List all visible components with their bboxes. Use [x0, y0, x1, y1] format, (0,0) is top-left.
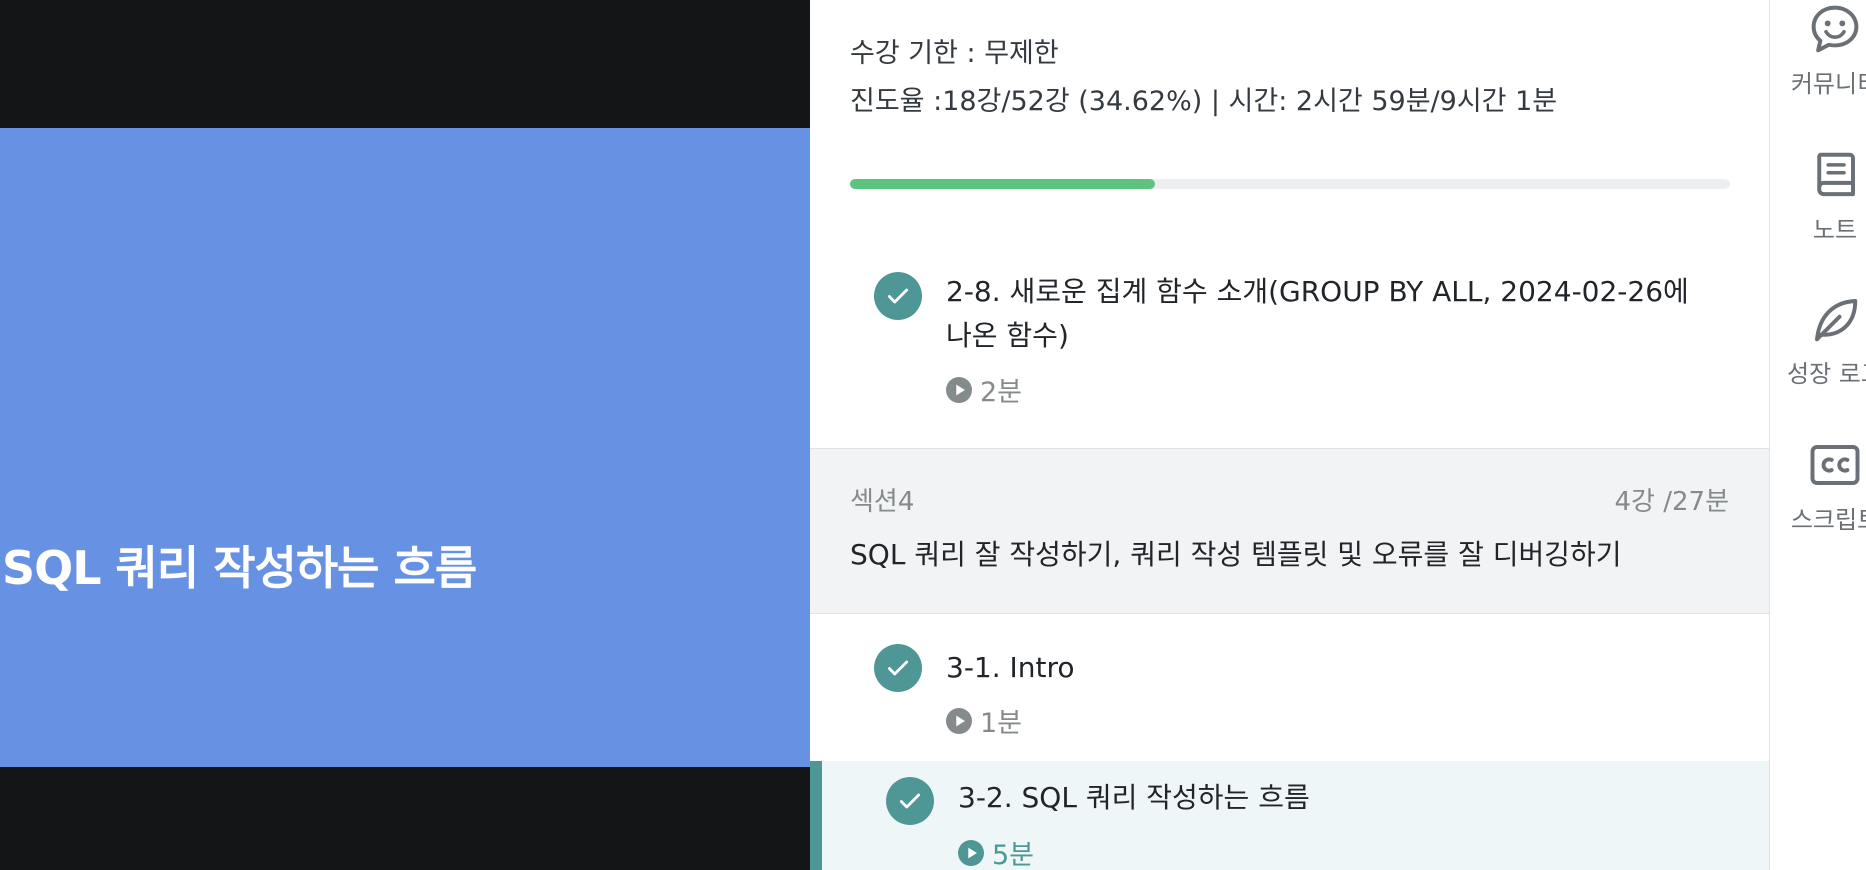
course-period: 수강 기한 : 무제한 — [850, 38, 1059, 69]
course-progress-text: 진도율 :18강/52강 (34.62%) | 시간: 2시간 59분/9시간 … — [850, 86, 1558, 117]
tool-note[interactable]: 노트 — [1770, 148, 1866, 245]
tool-community[interactable]: 커뮤니티 — [1770, 2, 1866, 99]
curriculum-panel: 수강 기한 : 무제한 진도율 :18강/52강 (34.62%) | 시간: … — [810, 0, 1769, 870]
unit-duration: 2분 — [946, 370, 1022, 409]
tool-label: 노트 — [1812, 216, 1858, 244]
video-player[interactable]: SQL 쿼리 작성하는 흐름 — [0, 0, 810, 870]
lecture-slide: SQL 쿼리 작성하는 흐름 — [0, 128, 810, 767]
completed-check-icon — [886, 777, 934, 825]
tool-label: 스크립트 — [1790, 506, 1866, 534]
course-info: 수강 기한 : 무제한 진도율 :18강/52강 (34.62%) | 시간: … — [850, 30, 1557, 126]
play-circle-icon — [946, 707, 972, 734]
tool-script[interactable]: 스크립트 — [1770, 438, 1866, 535]
cc-icon — [1810, 445, 1860, 485]
unit-title-line: 2-8. 새로운 집계 함수 소개(GROUP BY ALL, 2024-02-… — [946, 275, 1689, 308]
unit-title: 3-1. Intro — [946, 651, 1075, 684]
list-item[interactable]: 3-1. Intro 1분 — [810, 613, 1769, 761]
tool-label: 성장 로그 — [1787, 360, 1866, 388]
unit-duration-text: 2분 — [980, 377, 1023, 408]
tool-growth-log[interactable]: 성장 로그 — [1770, 292, 1866, 389]
progress-bar — [850, 179, 1730, 189]
unit-title: 2-8. 새로운 집계 함수 소개(GROUP BY ALL, 2024-02-… — [946, 270, 1706, 358]
unit-duration-text: 1분 — [980, 708, 1023, 739]
smile-chat-icon — [1811, 5, 1859, 53]
section-header[interactable]: 섹션4 4강 /27분 SQL 쿼리 잘 작성하기, 쿼리 작성 템플릿 및 오… — [810, 448, 1769, 614]
list-item[interactable]: 2-8. 새로운 집계 함수 소개(GROUP BY ALL, 2024-02-… — [810, 250, 1769, 448]
unit-duration: 5분 — [958, 833, 1034, 870]
section-label: 섹션4 — [850, 487, 915, 517]
unit-title: 3-2. SQL 쿼리 작성하는 흐름 — [958, 781, 1310, 814]
tool-label: 커뮤니티 — [1790, 70, 1866, 98]
section-meta: 4강 /27분 — [1614, 487, 1730, 517]
slide-title: SQL 쿼리 작성하는 흐름 — [2, 541, 477, 595]
active-indicator — [810, 761, 822, 870]
leaf-icon — [1815, 299, 1858, 342]
progress-bar-fill — [850, 179, 1155, 189]
completed-check-icon — [874, 272, 922, 320]
play-circle-icon — [946, 376, 972, 403]
list-item-active[interactable]: 3-2. SQL 쿼리 작성하는 흐름 5분 — [810, 761, 1769, 870]
tool-sidebar: 커뮤니티 노트 성장 로그 스크립트 — [1769, 0, 1866, 870]
unit-duration: 1분 — [946, 701, 1022, 740]
completed-check-icon — [874, 644, 922, 692]
unit-duration-text: 5분 — [992, 840, 1035, 870]
play-circle-icon — [958, 839, 984, 866]
unit-title-line: 나온 함수) — [946, 319, 1069, 352]
section-title: SQL 쿼리 잘 작성하기, 쿼리 작성 템플릿 및 오류를 잘 디버깅하기 — [850, 538, 1622, 571]
book-icon — [1817, 152, 1855, 197]
